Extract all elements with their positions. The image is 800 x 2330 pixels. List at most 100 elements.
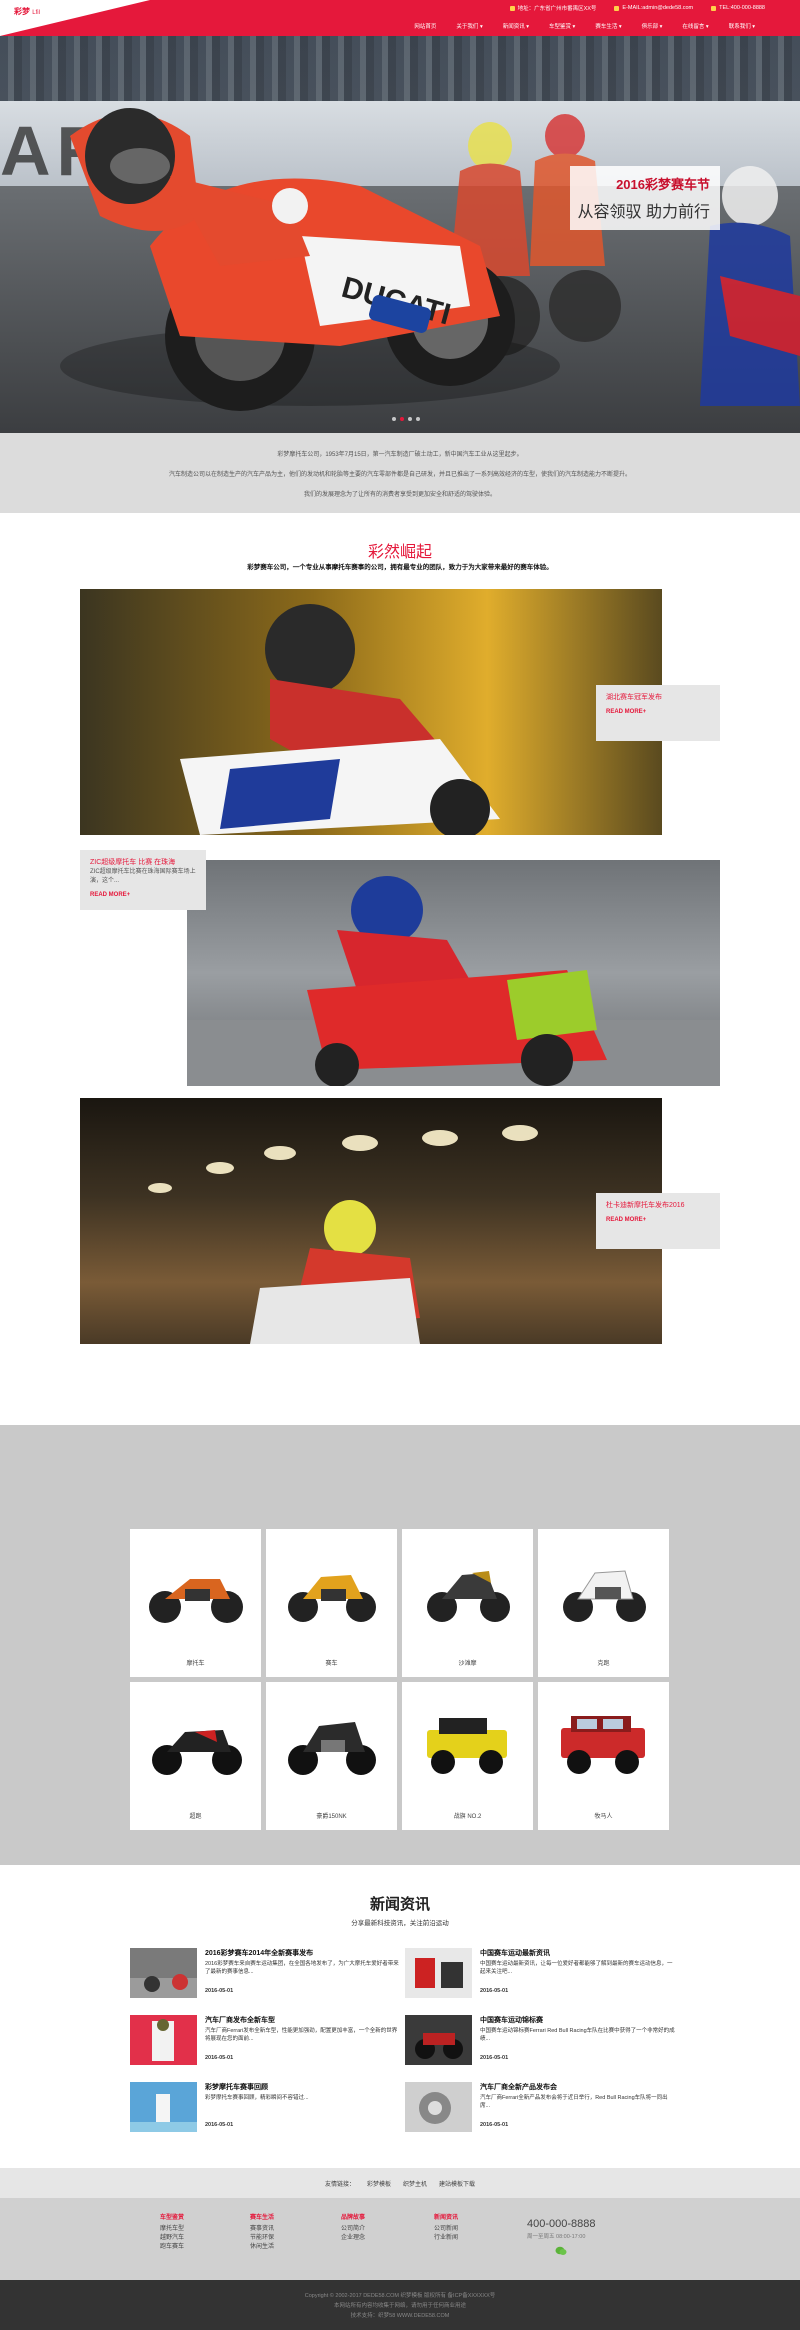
top-info-phone: TEL:400-000-8888: [711, 4, 765, 12]
nav-home[interactable]: 网站首页: [404, 22, 446, 30]
news-item-title[interactable]: 中国赛车运动锦标赛: [480, 2015, 675, 2025]
feature-card-title[interactable]: 湖北赛车冠军发布: [606, 693, 710, 703]
feature-card-3[interactable]: 杜卡迪新摩托车发布2016 READ MORE+: [596, 1193, 720, 1249]
news-item-title[interactable]: 汽车厂商发布全新车型: [205, 2015, 400, 2025]
site-header: 彩梦 Lfil 地址：广东省广州市番禺区XX号 E-MAIL:admin@ded…: [0, 0, 800, 36]
slide-dot[interactable]: [416, 417, 420, 421]
product-label: 战旗 NO.2: [453, 1814, 482, 1820]
news-item[interactable]: 中国赛车运动最新资讯 中国赛车运动最新资讯，让每一位爱好者都能够了解到最新的赛车…: [405, 1948, 675, 2004]
news-thumbnail: [405, 1948, 472, 1998]
intro-paragraph-2: 汽车制造公司以在制造生产的汽车产品为主，他们的发动机和轮胎等主要的汽车零部件都是…: [168, 472, 631, 478]
copyright-bar: Copyright © 2002-2017 DEDE58.COM 织梦模板 版权…: [0, 2280, 800, 2330]
footer-phone: 400-000-8888: [527, 2218, 596, 2230]
news-thumbnail: [405, 2082, 472, 2132]
footer-link[interactable]: 行业新闻: [416, 2234, 476, 2243]
footer-column-title[interactable]: 赛车生活: [232, 2214, 292, 2223]
nav-racing-life[interactable]: 赛车生活 ▾: [585, 22, 631, 30]
news-item[interactable]: 汽车厂商全新产品发布会 汽车厂商Ferrari全新产品发布会将于近日举行，Red…: [405, 2082, 675, 2138]
footer-link[interactable]: 赛事资讯: [232, 2225, 292, 2234]
footer-link[interactable]: 越野汽车: [142, 2234, 202, 2243]
news-item[interactable]: 彩梦摩托车赛事回顾 彩梦摩托车赛事回顾，精彩瞬间不容错过... 2016-05-…: [130, 2082, 400, 2138]
section-title: 彩然崛起: [367, 544, 432, 561]
feature-card-1[interactable]: 湖北赛车冠军发布 READ MORE+: [596, 685, 720, 741]
news-subtitle: 分享最新科技资讯，关注前沿运动: [351, 1920, 449, 1927]
footer-link[interactable]: 休闲生活: [232, 2243, 292, 2252]
product-card[interactable]: 克跑: [538, 1529, 669, 1677]
news-item-date: 2016-05-01: [480, 2055, 509, 2061]
footer-column-title[interactable]: 品牌故事: [323, 2214, 383, 2223]
product-card[interactable]: 牧马人: [538, 1682, 669, 1830]
footer-link[interactable]: 跑车赛车: [142, 2243, 202, 2252]
slide-dot[interactable]: [408, 417, 412, 421]
news-thumbnail: [405, 2015, 472, 2065]
footer-link[interactable]: 节能环保: [232, 2234, 292, 2243]
product-card[interactable]: 战旗 NO.2: [402, 1682, 533, 1830]
site-logo[interactable]: 彩梦 Lfil: [14, 6, 40, 17]
rider-night-track-image: [148, 1125, 538, 1344]
news-item-title[interactable]: 2016彩梦赛车2014年全新赛事发布: [205, 1948, 400, 1958]
friend-links: 友情链接： 彩梦模板 织梦主机 建站模板下载: [325, 2179, 475, 2188]
feature-photo-3[interactable]: [80, 1098, 662, 1344]
product-label: 赛车: [325, 1661, 338, 1667]
slide-dot[interactable]: [392, 417, 396, 421]
motorcycle-image: [149, 1579, 243, 1623]
footer-column-title[interactable]: 新闻资讯: [416, 2214, 476, 2223]
news-thumbnail: [130, 1948, 197, 1998]
nav-about[interactable]: 关于我们 ▾: [446, 22, 492, 30]
friend-link[interactable]: 彩梦模板: [367, 2179, 391, 2188]
product-card[interactable]: 沙滩摩: [402, 1529, 533, 1677]
news-item-title[interactable]: 中国赛车运动最新资讯: [480, 1948, 675, 1958]
nav-contact[interactable]: 联系我们 ▾: [719, 22, 765, 30]
product-card[interactable]: 摩托车: [130, 1529, 261, 1677]
footer-column: 车型鉴赏 摩托车型 越野汽车 跑车赛车: [142, 2214, 202, 2252]
nav-models[interactable]: 车型鉴赏 ▾: [539, 22, 585, 30]
products-section: 摩托车 赛车 沙滩摩 克跑 超跑 豪爵150NK 战旗 NO.2 牧马人: [0, 1425, 800, 1865]
footer-column-title[interactable]: 车型鉴赏: [142, 2214, 202, 2223]
product-label: 超跑: [189, 1814, 202, 1820]
footer-link[interactable]: 企业理念: [323, 2234, 383, 2243]
product-card[interactable]: 超跑: [130, 1682, 261, 1830]
feature-photo-2[interactable]: [187, 860, 720, 1086]
wechat-icon[interactable]: [555, 2246, 567, 2256]
feature-photo-1[interactable]: [80, 589, 662, 835]
news-item-title[interactable]: 汽车厂商全新产品发布会: [480, 2082, 675, 2092]
intro-paragraph-1: 彩梦摩托车公司，1953年7月15日，第一汽车制造厂破土动工，新中国汽车工业从这…: [277, 452, 523, 458]
friend-link[interactable]: 织梦主机: [403, 2179, 427, 2188]
motorcycle-image: [427, 1571, 510, 1622]
copyright-line-3: 技术支持：织梦58 WWW.DEDE58.COM: [350, 2313, 450, 2319]
product-card[interactable]: 赛车: [266, 1529, 397, 1677]
news-item-desc: 汽车厂商Ferrari全新产品发布会将于近日举行，Red Bull Racing…: [480, 2095, 668, 2109]
news-item-desc: 2016彩梦赛车来自赛车运动集团，在全国各地发布了，为广大摩托车爱好者带来了最新…: [205, 1961, 399, 1975]
feature-card-title[interactable]: 杜卡迪新摩托车发布2016: [606, 1201, 710, 1211]
feature-card-2[interactable]: ZIC超级摩托车 比赛 在珠海 ZIC超级摩托车比赛在珠海国际赛车场上演，这个.…: [80, 850, 206, 910]
news-item[interactable]: 汽车厂商发布全新车型 汽车厂商Ferrari发布全新车型，性能更加强劲，配置更加…: [130, 2015, 400, 2071]
slide-dot-active[interactable]: [400, 417, 404, 421]
news-item-date: 2016-05-01: [205, 2122, 234, 2128]
address-text: 地址：广东省广州市番禺区XX号: [517, 6, 597, 12]
news-item-date: 2016-05-01: [480, 2122, 509, 2128]
nav-news[interactable]: 新闻资讯 ▾: [493, 22, 539, 30]
read-more-link[interactable]: READ MORE+: [606, 709, 710, 715]
motorcycle-image: [288, 1722, 376, 1775]
footer-link[interactable]: 摩托车型: [142, 2225, 202, 2234]
footer-column: 新闻资讯 公司新闻 行业新闻: [416, 2214, 476, 2243]
news-item-title[interactable]: 彩梦摩托车赛事回顾: [205, 2082, 400, 2092]
hero-banner[interactable]: ARE DUCATI 2016彩梦赛车节 从容领驭 助力前行: [0, 36, 800, 433]
friend-links-label: 友情链接：: [325, 2182, 356, 2188]
product-grid: 摩托车 赛车 沙滩摩 克跑 超跑 豪爵150NK 战旗 NO.2 牧马人: [130, 1529, 670, 1830]
footer-link[interactable]: 公司简介: [323, 2225, 383, 2234]
news-item[interactable]: 2016彩梦赛车2014年全新赛事发布 2016彩梦赛车来自赛车运动集团，在全国…: [130, 1948, 400, 2004]
footer-link[interactable]: 公司新闻: [416, 2225, 476, 2234]
read-more-link[interactable]: READ MORE+: [606, 1217, 710, 1223]
product-label: 沙滩摩: [458, 1661, 477, 1667]
product-card[interactable]: 豪爵150NK: [266, 1682, 397, 1830]
feature-card-title[interactable]: ZIC超级摩托车 比赛 在珠海: [90, 858, 196, 868]
top-info-bar: 地址：广东省广州市番禺区XX号 E-MAIL:admin@dede58.com …: [509, 4, 765, 12]
news-item[interactable]: 中国赛车运动锦标赛 中国赛车运动锦标赛Ferrari Red Bull Raci…: [405, 2015, 675, 2071]
friend-link[interactable]: 建站模板下载: [439, 2179, 475, 2188]
read-more-link[interactable]: READ MORE+: [90, 892, 196, 898]
copyright-line-1: Copyright © 2002-2017 DEDE58.COM 织梦模板 版权…: [304, 2293, 496, 2299]
nav-message[interactable]: 在线留言 ▾: [672, 22, 718, 30]
nav-club[interactable]: 俱乐部 ▾: [632, 22, 673, 30]
email-text[interactable]: E-MAIL:admin@dede58.com: [622, 5, 693, 11]
